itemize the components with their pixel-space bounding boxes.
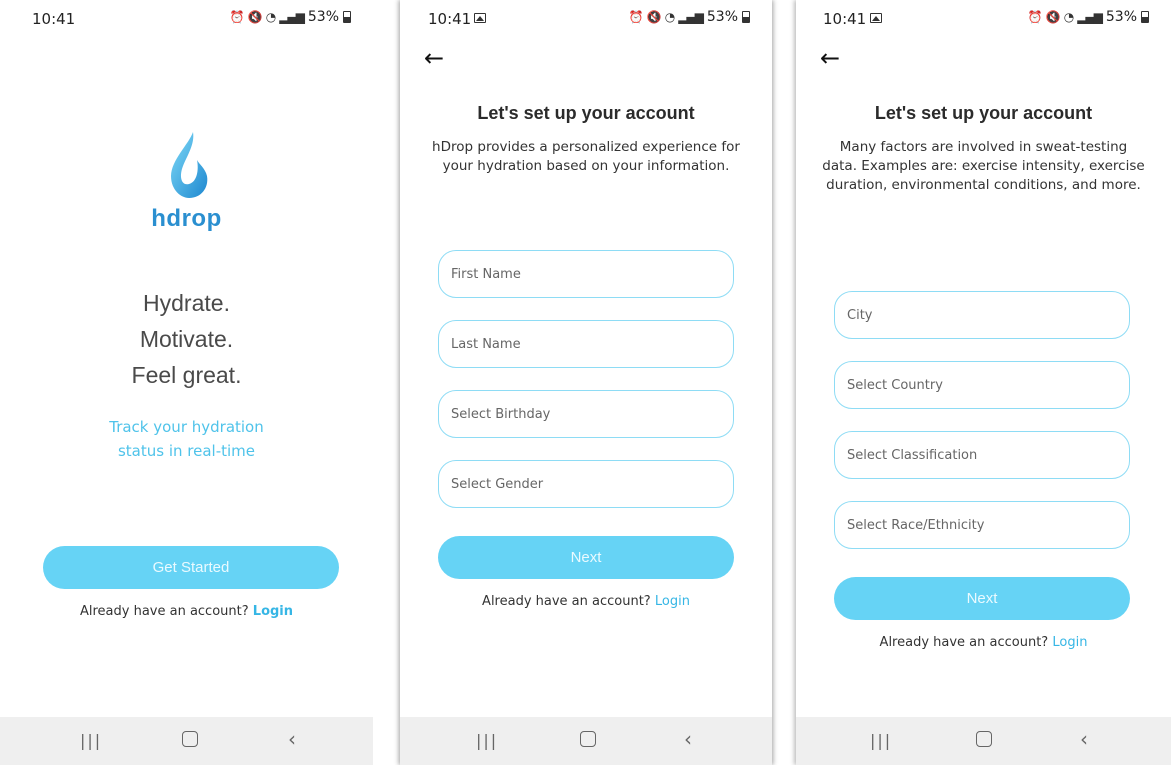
first-name-field[interactable] [438, 250, 734, 298]
tagline-line-1: Hydrate. [143, 290, 230, 316]
brand-name: hdrop [0, 205, 373, 233]
status-bar: 10:41 ⏰ 🔇 ◔ ▂▄▆ 53% [400, 0, 772, 40]
login-prompt: Already have an account? Login [796, 635, 1171, 650]
back-nav-icon[interactable]: ‹ [288, 727, 296, 751]
signal-icon: ▂▄▆ [678, 10, 704, 24]
battery-percent: 53% [307, 9, 339, 25]
birthday-input[interactable] [439, 391, 733, 437]
nav-bar: ||| ‹ [796, 717, 1171, 765]
water-drop-logo-icon [0, 130, 373, 204]
status-time: 10:41 [32, 10, 76, 28]
login-prompt-text: Already have an account? [79, 604, 249, 619]
last-name-input[interactable] [439, 321, 733, 367]
city-input[interactable] [835, 292, 1129, 338]
recent-apps-icon[interactable]: ||| [476, 731, 498, 750]
wifi-icon: ◔ [1063, 10, 1075, 24]
back-arrow-icon[interactable]: ← [424, 46, 444, 70]
status-time: 10:41 [428, 10, 472, 28]
wifi-icon: ◔ [664, 10, 676, 24]
mute-icon: 🔇 [1045, 10, 1061, 24]
subtag-line-2: status in real-time [117, 442, 256, 460]
brand-text: hdrop [151, 205, 222, 232]
mute-icon: 🔇 [646, 10, 662, 24]
birthday-field[interactable] [438, 390, 734, 438]
classification-field[interactable] [834, 431, 1130, 479]
recent-apps-icon[interactable]: ||| [870, 731, 892, 750]
nav-bar: ||| ‹ [400, 717, 772, 765]
alarm-icon: ⏰ [628, 10, 644, 24]
status-icons: ⏰ 🔇 ◔ ▂▄▆ 53% [230, 9, 351, 25]
tagline-line-2: Motivate. [139, 326, 234, 352]
page-description: hDrop provides a personalized experience… [432, 139, 740, 174]
race-ethnicity-input[interactable] [835, 502, 1129, 548]
signal-icon: ▂▄▆ [279, 10, 305, 24]
status-icons: ⏰ 🔇 ◔ ▂▄▆ 53% [1028, 9, 1149, 25]
login-prompt: Already have an account? Login [400, 594, 772, 609]
battery-icon [742, 11, 750, 23]
subtag-line-1: Track your hydration [109, 418, 264, 436]
gender-field[interactable] [438, 460, 734, 508]
account-setup-screen-2: 10:41 ⏰ 🔇 ◔ ▂▄▆ 53% ← Let's set up your … [796, 0, 1171, 765]
page-description: Many factors are involved in sweat-testi… [822, 139, 1145, 193]
back-nav-icon[interactable]: ‹ [684, 727, 692, 751]
battery-percent: 53% [706, 9, 738, 25]
login-prompt-text: Already have an account? [482, 594, 651, 609]
next-button[interactable]: Next [438, 536, 734, 579]
home-icon[interactable] [976, 731, 992, 747]
recent-apps-icon[interactable]: ||| [80, 731, 102, 750]
gender-input[interactable] [439, 461, 733, 507]
battery-icon [343, 11, 351, 23]
wifi-icon: ◔ [265, 10, 277, 24]
last-name-field[interactable] [438, 320, 734, 368]
mute-icon: 🔇 [247, 10, 263, 24]
status-bar: 10:41 ⏰ 🔇 ◔ ▂▄▆ 53% [796, 0, 1171, 40]
status-bar: 10:41 ⏰ 🔇 ◔ ▂▄▆ 53% [0, 0, 373, 40]
alarm-icon: ⏰ [229, 10, 245, 24]
nav-bar: ||| ‹ [0, 717, 373, 765]
race-ethnicity-field[interactable] [834, 501, 1130, 549]
welcome-screen: 10:41 ⏰ 🔇 ◔ ▂▄▆ 53% hdrop Hydrate. Motiv… [0, 0, 373, 765]
back-arrow-icon[interactable]: ← [820, 46, 840, 70]
alarm-icon: ⏰ [1027, 10, 1043, 24]
login-link[interactable]: Login [655, 594, 690, 609]
home-icon[interactable] [580, 731, 596, 747]
page-title: Let's set up your account [874, 103, 1093, 123]
tagline-line-3: Feel great. [131, 362, 242, 388]
page-title: Let's set up your account [477, 103, 695, 123]
signal-icon: ▂▄▆ [1077, 10, 1103, 24]
gallery-notification-icon [870, 13, 882, 23]
first-name-input[interactable] [439, 251, 733, 297]
status-icons: ⏰ 🔇 ◔ ▂▄▆ 53% [629, 9, 750, 25]
battery-icon [1141, 11, 1149, 23]
country-input[interactable] [835, 362, 1129, 408]
account-setup-screen-1: 10:41 ⏰ 🔇 ◔ ▂▄▆ 53% ← Let's set up your … [400, 0, 772, 765]
status-time: 10:41 [823, 10, 867, 28]
battery-percent: 53% [1105, 9, 1137, 25]
login-prompt: Already have an account? Login [0, 604, 373, 619]
get-started-button[interactable]: Get Started [43, 546, 339, 589]
login-prompt-text: Already have an account? [879, 635, 1049, 650]
classification-input[interactable] [835, 432, 1129, 478]
back-nav-icon[interactable]: ‹ [1080, 727, 1088, 751]
next-button[interactable]: Next [834, 577, 1130, 620]
country-field[interactable] [834, 361, 1130, 409]
login-link[interactable]: Login [253, 604, 293, 619]
login-link[interactable]: Login [1052, 635, 1087, 650]
gallery-notification-icon [474, 13, 486, 23]
home-icon[interactable] [182, 731, 198, 747]
city-field[interactable] [834, 291, 1130, 339]
